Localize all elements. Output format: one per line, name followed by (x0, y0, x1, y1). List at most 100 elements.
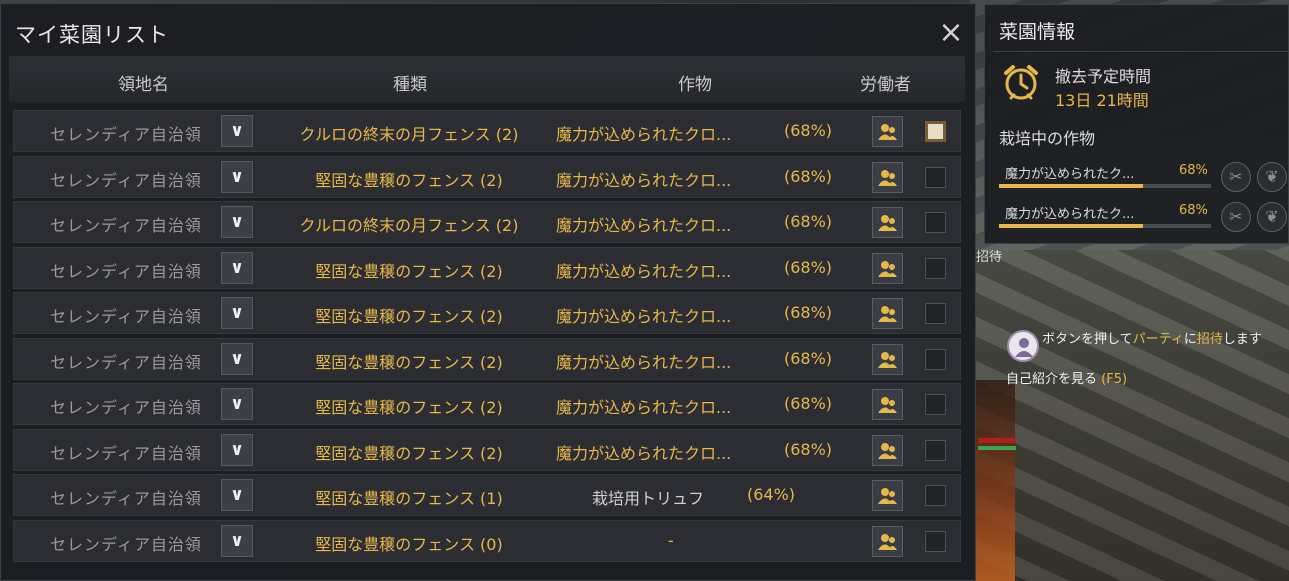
select-checkbox[interactable] (925, 348, 946, 370)
chevron-down-icon[interactable]: ∨ (221, 206, 253, 238)
header-kind: 種類 (393, 75, 427, 95)
header-crop: 作物 (678, 75, 712, 95)
table-row[interactable]: セレンディア自治領 ∨ 堅固な豊穣のフェンス (2) 魔力が込められたクロ...… (13, 155, 961, 198)
select-checkbox[interactable] (925, 530, 946, 552)
workers-icon[interactable] (872, 252, 903, 284)
workers-icon[interactable] (872, 480, 903, 511)
divider (993, 51, 1289, 52)
chevron-down-icon[interactable]: ∨ (221, 388, 253, 420)
crop-progress-fill (999, 184, 1144, 188)
crop-name: 魔力が込められたクロ... (556, 125, 732, 144)
select-checkbox[interactable] (925, 121, 946, 142)
close-icon[interactable]: × (937, 18, 965, 48)
table-row[interactable]: セレンディア自治領 ∨ 堅固な豊穣のフェンス (2) 魔力が込められたクロ...… (13, 337, 961, 380)
crop-name: 魔力が込められたクロ... (556, 398, 732, 417)
workers-icon[interactable] (872, 161, 903, 193)
workers-icon[interactable] (872, 116, 903, 147)
table-row[interactable]: セレンディア自治領 ∨ 堅固な豊穣のフェンス (2) 魔力が込められたクロ...… (13, 246, 961, 289)
table-row[interactable]: セレンディア自治領 ∨ 堅固な豊穣のフェンス (2) 魔力が込められたクロ...… (13, 292, 961, 334)
crop-name: 魔力が込められたクロ... (556, 352, 732, 372)
table-row[interactable]: セレンディア自治領 ∨ 堅固な豊穣のフェンス (1) 栽培用トリュフ (64%) (13, 474, 961, 516)
workers-icon[interactable] (872, 389, 903, 420)
select-checkbox[interactable] (925, 166, 946, 188)
crop-percent: (68%) (784, 348, 833, 368)
region-name: セレンディア自治領 (50, 170, 202, 190)
alarm-clock-icon (1001, 62, 1041, 106)
removal-label: 撤去予定時間 (1055, 67, 1152, 86)
fence-kind: 堅固な豊穣のフェンス (2) (315, 170, 503, 190)
region-name: セレンディア自治領 (50, 307, 202, 326)
region-name: セレンディア自治領 (50, 443, 202, 463)
crop-progress-fill (999, 224, 1144, 228)
workers-icon[interactable] (872, 434, 903, 466)
crop-name: 栽培用トリュフ (592, 489, 705, 508)
crop-name: 魔力が込められたク... (1005, 207, 1135, 222)
table-row[interactable]: セレンディア自治領 ∨ 堅固な豊穣のフェンス (2) 魔力が込められたクロ...… (13, 383, 961, 425)
chevron-down-icon[interactable]: ∨ (221, 524, 253, 557)
crop-percent: (68%) (784, 439, 833, 459)
harvest-icon[interactable]: ✂ (1221, 202, 1251, 232)
fence-kind: クルロの終末の月フェンス (2) (299, 216, 519, 235)
crop-name: 魔力が込められたク... (1005, 167, 1135, 182)
party-invite-message: ボタンを押してパーティに招待します (1042, 328, 1262, 347)
header-worker: 労働者 (860, 75, 911, 95)
growing-crop-item: 魔力が込められたク... 68% (999, 199, 1214, 233)
chevron-down-icon[interactable]: ∨ (221, 297, 253, 329)
invite-word: 招待 (1196, 332, 1223, 347)
table-row[interactable]: セレンディア自治領 ∨ クルロの終末の月フェンス (2) 魔力が込められたクロ.… (13, 201, 961, 243)
chevron-down-icon[interactable]: ∨ (221, 115, 253, 147)
crop-progress-bar (999, 184, 1211, 188)
fence-kind: 堅固な豊穣のフェンス (2) (315, 261, 503, 281)
chevron-down-icon[interactable]: ∨ (221, 342, 253, 375)
table-row[interactable]: セレンディア自治領 ∨ 堅固な豊穣のフェンス (2) 魔力が込められたクロ...… (13, 428, 961, 471)
region-name: セレンディア自治領 (50, 489, 202, 508)
workers-icon[interactable] (872, 343, 903, 375)
crop-percent: 68% (1179, 203, 1208, 218)
crop-name: 魔力が込められたクロ... (556, 307, 732, 326)
chevron-down-icon[interactable]: ∨ (221, 479, 253, 511)
fence-kind: 堅固な豊穣のフェンス (2) (315, 398, 503, 417)
view-profile-label: 自己紹介を見る (1006, 372, 1098, 387)
workers-icon[interactable] (872, 298, 903, 329)
stamina-bar (978, 446, 1016, 450)
select-checkbox[interactable] (925, 485, 946, 506)
harvest-icon[interactable]: ✂ (1221, 162, 1251, 192)
garden-info-panel: 菜園情報 撤去予定時間 13日 21時間 栽培中の作物 魔力が込められたク...… (984, 4, 1289, 244)
crop-percent: (68%) (784, 303, 833, 322)
profile-icon[interactable] (1007, 330, 1039, 362)
crop-percent: (64%) (747, 485, 796, 504)
region-name: セレンディア自治領 (50, 216, 202, 235)
crop-percent: (68%) (784, 257, 833, 277)
region-name: セレンディア自治領 (50, 125, 202, 144)
chevron-down-icon[interactable]: ∨ (221, 160, 253, 193)
workers-icon[interactable] (872, 525, 903, 557)
select-checkbox[interactable] (925, 303, 946, 324)
fence-kind: 堅固な豊穣のフェンス (2) (315, 307, 503, 326)
select-checkbox[interactable] (925, 257, 946, 279)
crop-name: 魔力が込められたクロ... (556, 443, 732, 463)
view-profile-hint[interactable]: 自己紹介を見る (F5) (1006, 368, 1127, 387)
header-region: 領地名 (118, 75, 169, 95)
crop-percent: (68%) (784, 212, 833, 231)
game-character (975, 380, 1015, 581)
crop-name: 魔力が込められたクロ... (556, 170, 732, 190)
crop-name: - (668, 530, 674, 550)
table-row[interactable]: セレンディア自治領 ∨ クルロの終末の月フェンス (2) 魔力が込められたクロ.… (13, 110, 961, 152)
leaf-icon[interactable]: ❦ (1257, 202, 1287, 232)
party-message-suffix: します (1222, 332, 1262, 347)
game-scene-rocks (975, 250, 1289, 581)
hp-bar (978, 438, 1016, 443)
crop-percent: 68% (1179, 163, 1208, 178)
select-checkbox[interactable] (925, 439, 946, 461)
select-checkbox[interactable] (925, 394, 946, 415)
leaf-icon[interactable]: ❦ (1257, 162, 1287, 192)
chevron-down-icon[interactable]: ∨ (221, 251, 253, 284)
growing-crops-label: 栽培中の作物 (999, 129, 1096, 148)
select-checkbox[interactable] (925, 212, 946, 233)
fence-kind: クルロの終末の月フェンス (2) (299, 125, 519, 144)
workers-icon[interactable] (872, 207, 903, 238)
region-name: セレンディア自治領 (50, 398, 202, 417)
table-row[interactable]: セレンディア自治領 ∨ 堅固な豊穣のフェンス (0) - (13, 519, 961, 562)
crop-percent: (68%) (784, 166, 833, 186)
chevron-down-icon[interactable]: ∨ (221, 433, 253, 466)
